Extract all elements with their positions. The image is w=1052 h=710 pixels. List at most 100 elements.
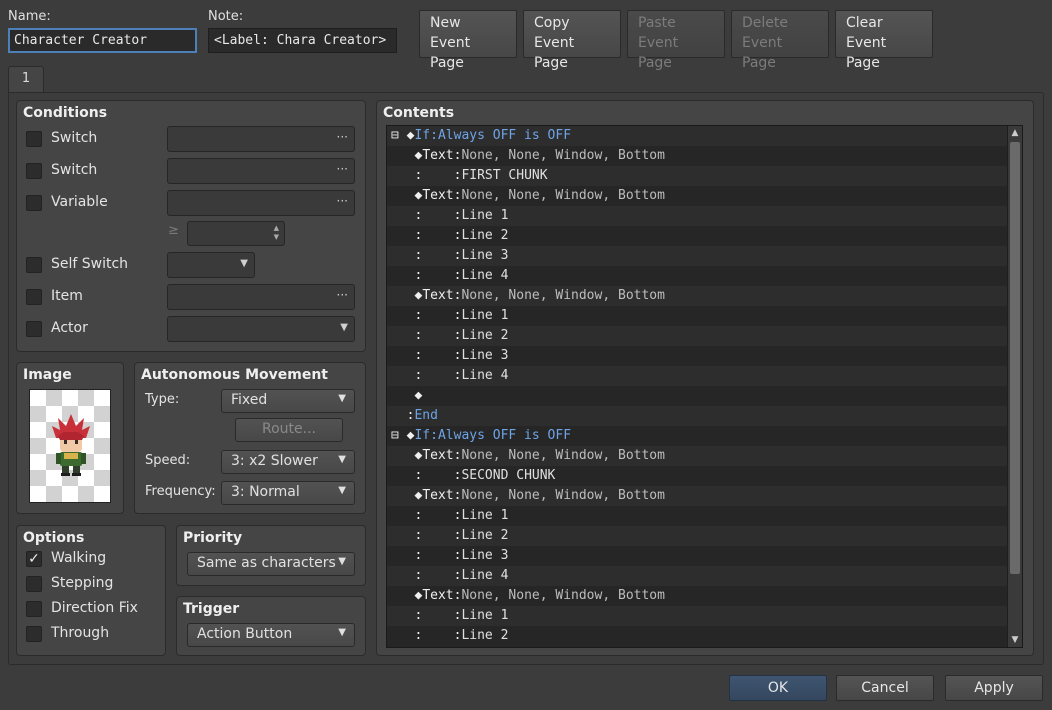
chevron-down-icon: ▼ — [240, 258, 248, 269]
vertical-scrollbar[interactable]: ▲ ▼ — [1007, 126, 1022, 647]
event-command-row[interactable]: ◆Text:None, None, Window, Bottom — [387, 586, 1022, 606]
tab-page-1[interactable]: 1 — [8, 66, 44, 93]
option-stepping-checkbox[interactable] — [26, 576, 42, 592]
delete-event-page-button[interactable]: Delete Event Page — [731, 10, 829, 71]
speed-label: Speed: — [145, 453, 191, 468]
cancel-button[interactable]: Cancel — [836, 675, 934, 701]
row-parameters: Line 4 — [461, 568, 509, 583]
chevron-down-icon: ▼ — [338, 556, 346, 567]
option-stepping-label: Stepping — [51, 575, 114, 591]
paste-event-page-button[interactable]: Paste Event Page — [627, 10, 725, 71]
row-marker: : — [391, 408, 415, 423]
chevron-down-icon: ▼ — [338, 454, 346, 465]
event-command-row[interactable]: : :SECOND CHUNK — [387, 466, 1022, 486]
row-parameters: Line 4 — [461, 368, 509, 383]
row-command — [422, 508, 453, 523]
condition-switch-1-checkbox[interactable] — [26, 131, 42, 147]
new-event-page-button[interactable]: New Event Page — [419, 10, 517, 71]
condition-self-switch-checkbox[interactable] — [26, 257, 42, 273]
condition-variable-picker[interactable]: ··· — [167, 190, 355, 216]
event-command-row[interactable]: : :Line 2 — [387, 526, 1022, 546]
row-marker: : — [391, 508, 423, 523]
row-command: If — [414, 428, 431, 443]
button-label-line1: New — [430, 15, 461, 31]
row-marker: : — [391, 608, 423, 623]
chevron-down-icon: ▼ — [338, 485, 346, 496]
condition-switch-2-checkbox[interactable] — [26, 163, 42, 179]
condition-switch-1-picker[interactable]: ··· — [167, 126, 355, 152]
route-button[interactable]: Route... — [235, 418, 343, 442]
condition-switch-2-picker[interactable]: ··· — [167, 158, 355, 184]
row-command: Text — [422, 448, 454, 463]
button-label-line2: Event Page — [846, 35, 887, 71]
scrollbar-thumb[interactable] — [1010, 142, 1020, 574]
event-command-row[interactable]: ◆ — [387, 386, 1022, 406]
row-command: Text — [422, 588, 454, 603]
row-parameters: Line 3 — [461, 248, 509, 263]
condition-self-switch-picker[interactable]: ▼ — [167, 252, 255, 278]
event-command-row[interactable]: : :Line 3 — [387, 246, 1022, 266]
condition-self-switch-label: Self Switch — [51, 256, 129, 272]
variable-value-stepper[interactable]: ▲ ▼ — [187, 221, 285, 246]
apply-button[interactable]: Apply — [945, 675, 1043, 701]
event-command-row[interactable]: ◆Text:None, None, Window, Bottom — [387, 186, 1022, 206]
apply-label: Apply — [974, 680, 1014, 696]
event-command-row[interactable]: : :Line 2 — [387, 326, 1022, 346]
condition-variable-checkbox[interactable] — [26, 195, 42, 211]
row-marker: ◆ — [391, 188, 423, 203]
row-command — [422, 368, 453, 383]
speed-select[interactable]: 3: x2 Slower ▼ — [221, 450, 355, 474]
event-command-list[interactable]: ⊟ ◆If:Always OFF is OFF ◆Text:None, None… — [386, 125, 1023, 648]
condition-item-picker[interactable]: ··· — [167, 284, 355, 310]
condition-actor-checkbox[interactable] — [26, 321, 42, 337]
event-command-row[interactable]: : :Line 1 — [387, 606, 1022, 626]
clear-event-page-button[interactable]: Clear Event Page — [835, 10, 933, 71]
event-command-row[interactable]: : :Line 2 — [387, 226, 1022, 246]
name-field[interactable] — [8, 28, 197, 53]
event-command-row[interactable]: ⊟ ◆If:Always OFF is OFF — [387, 426, 1022, 446]
trigger-select[interactable]: Action Button ▼ — [187, 623, 355, 647]
option-direction-fix-checkbox[interactable] — [26, 601, 42, 617]
event-command-row[interactable]: ◆Text:None, None, Window, Bottom — [387, 286, 1022, 306]
note-field[interactable] — [208, 28, 397, 53]
row-command — [422, 568, 453, 583]
ok-button[interactable]: OK — [729, 675, 827, 701]
option-through-checkbox[interactable] — [26, 626, 42, 642]
event-command-row[interactable]: : :Line 2 — [387, 626, 1022, 646]
event-command-row[interactable]: : :Line 1 — [387, 506, 1022, 526]
event-command-row[interactable]: : :Line 4 — [387, 266, 1022, 286]
condition-item-checkbox[interactable] — [26, 289, 42, 305]
event-command-row[interactable]: :End — [387, 406, 1022, 426]
copy-event-page-button[interactable]: Copy Event Page — [523, 10, 621, 71]
event-command-row[interactable]: ◆Text:None, None, Window, Bottom — [387, 486, 1022, 506]
frequency-select[interactable]: 3: Normal ▼ — [221, 481, 355, 505]
event-command-row[interactable]: ⊟ ◆If:Always OFF is OFF — [387, 126, 1022, 146]
stepper-arrows-icon[interactable]: ▲ ▼ — [274, 224, 279, 242]
event-command-row[interactable]: : :Line 3 — [387, 346, 1022, 366]
row-parameters: Line 2 — [461, 628, 509, 643]
row-parameters: Line 4 — [461, 268, 509, 283]
row-marker: ⊟ ◆ — [391, 428, 415, 443]
event-command-row[interactable]: : :Line 3 — [387, 546, 1022, 566]
row-command: Text — [422, 288, 454, 303]
scroll-down-icon[interactable]: ▼ — [1008, 633, 1022, 647]
scroll-up-icon[interactable]: ▲ — [1008, 126, 1022, 140]
type-select[interactable]: Fixed ▼ — [221, 389, 355, 413]
option-walking-checkbox[interactable]: ✓ — [26, 551, 42, 567]
row-marker: : — [391, 208, 423, 223]
event-command-row[interactable]: : :Line 1 — [387, 206, 1022, 226]
condition-actor-picker[interactable]: ▼ — [167, 316, 355, 342]
event-command-row[interactable]: ◆Text:None, None, Window, Bottom — [387, 446, 1022, 466]
priority-select[interactable]: Same as characters ▼ — [187, 552, 355, 576]
event-command-row[interactable]: ◆Text:None, None, Window, Bottom — [387, 146, 1022, 166]
event-command-row[interactable]: : :Line 4 — [387, 566, 1022, 586]
event-command-row[interactable]: : :Line 4 — [387, 366, 1022, 386]
event-command-row[interactable]: : :FIRST CHUNK — [387, 166, 1022, 186]
condition-item-label: Item — [51, 288, 83, 304]
character-image[interactable] — [29, 389, 111, 503]
event-command-row[interactable]: : :Line 1 — [387, 306, 1022, 326]
row-marker: : — [391, 328, 423, 343]
row-marker: : — [391, 548, 423, 563]
row-command: Text — [422, 148, 454, 163]
note-label: Note: — [208, 9, 244, 24]
